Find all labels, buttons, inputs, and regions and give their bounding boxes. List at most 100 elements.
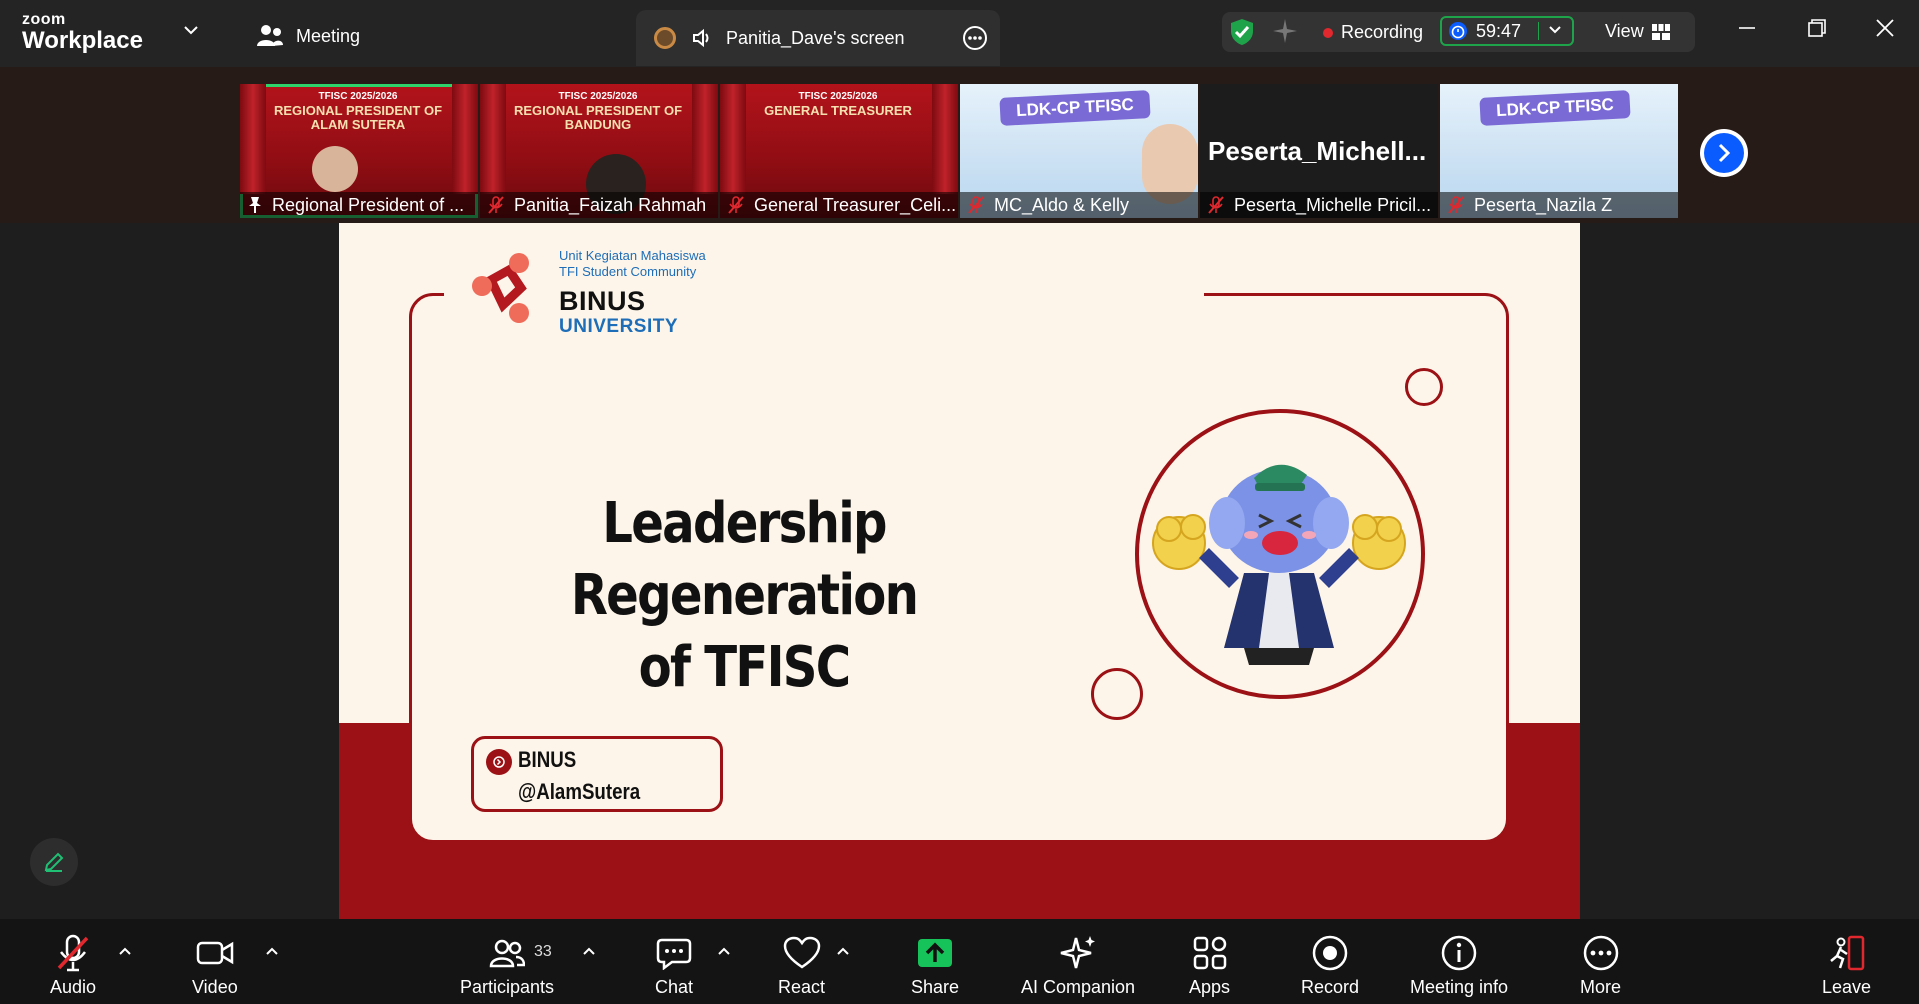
more-icon [1583, 935, 1618, 971]
video-tile[interactable]: TFISC 2025/2026 REGIONAL PRESIDENT OF AL… [240, 84, 478, 218]
decorative-ring [1091, 668, 1143, 720]
tile-label: Regional President of ... [240, 192, 478, 218]
meeting-timer[interactable]: 59:47 [1440, 16, 1574, 46]
binus-wordmark: BINUS [559, 286, 646, 316]
meeting-info-button[interactable]: Meeting info [1410, 933, 1508, 998]
chat-button[interactable]: Chat [655, 933, 693, 998]
chat-label: Chat [655, 977, 694, 997]
leave-button[interactable]: Leave [1822, 933, 1871, 998]
handle-line-1: BINUS [518, 747, 577, 772]
tile-label: Peserta_Nazila Z [1440, 192, 1678, 218]
mic-muted-icon [1448, 196, 1464, 214]
instagram-icon [486, 749, 512, 775]
logo-top-text: zoom [22, 11, 66, 28]
video-tile[interactable]: TFISC 2025/2026 GENERAL TREASURER Genera… [720, 84, 958, 218]
tile-name: Peserta_Michelle Pricil... [1234, 194, 1432, 215]
audio-button[interactable]: Audio [50, 933, 96, 998]
participants-count: 33 [534, 943, 552, 960]
recording-label[interactable]: Recording [1341, 22, 1423, 43]
more-button[interactable]: More [1580, 933, 1621, 998]
tile-banner: LDK-CP TFISC [1479, 90, 1631, 126]
security-shield-icon[interactable] [1230, 18, 1254, 46]
react-label: React [778, 977, 826, 997]
timer-divider [1538, 22, 1539, 40]
apps-button[interactable]: Apps [1189, 933, 1230, 998]
video-tile[interactable]: Peserta_Michell... Peserta_Michelle Pric… [1200, 84, 1438, 218]
annotate-button[interactable] [30, 838, 78, 886]
screen-share-indicator[interactable]: Panitia_Dave's screen [636, 10, 1000, 66]
share-button[interactable]: Share [911, 933, 959, 998]
tile-label: Panitia_Faizah Rahmah [480, 192, 718, 218]
chevron-up-icon[interactable] [836, 945, 850, 957]
mic-muted-icon [728, 196, 744, 214]
org-name: Unit Kegiatan Mahasiswa TFI Student Comm… [559, 248, 706, 280]
heart-icon [783, 936, 820, 969]
restore-window-icon[interactable] [1807, 18, 1827, 38]
recording-dot-icon [1323, 28, 1333, 38]
chevron-up-icon[interactable] [118, 945, 132, 957]
presentation-slide: Unit Kegiatan Mahasiswa TFI Student Comm… [339, 223, 1580, 919]
video-tile[interactable]: TFISC 2025/2026 REGIONAL PRESIDENT OF BA… [480, 84, 718, 218]
banner-text: REGIONAL PRESIDENT OF BANDUNG [513, 103, 683, 132]
binus-logo-icon [472, 253, 529, 323]
tile-banner: TFISC 2025/2026 REGIONAL PRESIDENT OF AL… [258, 90, 458, 132]
tile-label: MC_Aldo & Kelly [960, 192, 1198, 218]
view-button[interactable]: View [1605, 21, 1670, 42]
mic-muted-icon [1208, 196, 1224, 214]
speaker-icon [693, 28, 709, 48]
social-handle-box: BINUS @AlamSutera [471, 736, 723, 812]
ai-sparkle-icon[interactable] [1272, 18, 1298, 44]
grid-view-icon [1651, 23, 1670, 40]
pin-icon [249, 197, 261, 213]
video-label: Video [192, 977, 238, 997]
view-label: View [1605, 21, 1644, 41]
banner-text: GENERAL TREASURER [764, 103, 912, 118]
video-tile[interactable]: LDK-CP TFISC Peserta_Nazila Z [1440, 84, 1678, 218]
react-button[interactable]: React [778, 933, 825, 998]
more-label: More [1580, 977, 1622, 997]
top-bar: zoom Workplace Meeting Panitia_Dave's sc… [0, 0, 1919, 67]
zoom-workplace-logo: zoom Workplace [22, 12, 143, 53]
chevron-up-icon[interactable] [717, 945, 731, 957]
close-icon[interactable] [1875, 18, 1895, 38]
share-label: Panitia_Dave's screen [726, 27, 905, 48]
ai-companion-label: AI Companion [1021, 977, 1136, 997]
logo-bottom-text: Workplace [22, 27, 143, 54]
timer-value: 59:47 [1476, 20, 1522, 41]
tile-name: Peserta_Nazila Z [1474, 194, 1613, 215]
participant-name-display: Peserta_Michell... [1208, 136, 1427, 166]
meeting-button[interactable]: Meeting [256, 24, 360, 48]
record-button[interactable]: Record [1301, 933, 1359, 998]
tile-banner: TFISC 2025/2026 REGIONAL PRESIDENT OF BA… [498, 90, 698, 132]
org-line-1: Unit Kegiatan Mahasiswa [559, 248, 706, 263]
video-camera-icon [196, 941, 234, 965]
record-icon [1312, 935, 1348, 971]
share-label: Share [911, 977, 960, 997]
chevron-up-icon[interactable] [582, 945, 596, 957]
video-tile[interactable]: LDK-CP TFISC MC_Aldo & Kelly [960, 84, 1198, 218]
tile-name: General Treasurer_Celi... [754, 194, 957, 215]
meeting-label: Meeting [296, 25, 361, 46]
video-button[interactable]: Video [192, 933, 238, 998]
org-line-2: TFI Student Community [559, 264, 697, 279]
more-options-icon[interactable] [962, 25, 988, 51]
chevron-up-icon[interactable] [265, 945, 279, 957]
minimize-icon[interactable] [1737, 18, 1757, 38]
tile-label: General Treasurer_Celi... [720, 192, 958, 218]
leave-icon [1829, 935, 1864, 971]
tile-name: Panitia_Faizah Rahmah [514, 194, 707, 215]
banner-year: TFISC 2025/2026 [558, 91, 638, 102]
leave-label: Leave [1822, 977, 1872, 997]
ai-companion-button[interactable]: AI Companion [1021, 933, 1135, 998]
pencil-icon [44, 852, 64, 872]
sharer-avatar [654, 27, 676, 49]
mic-muted-icon [968, 196, 984, 214]
apps-label: Apps [1189, 977, 1231, 997]
tile-name: Regional President of ... [272, 194, 465, 215]
info-icon [1441, 935, 1477, 971]
chevron-down-icon[interactable] [1548, 23, 1562, 37]
tile-banner: TFISC 2025/2026 GENERAL TREASURER [738, 90, 938, 118]
people-icon [257, 25, 283, 46]
next-page-button[interactable] [1700, 129, 1748, 177]
chevron-down-icon[interactable] [183, 24, 199, 36]
